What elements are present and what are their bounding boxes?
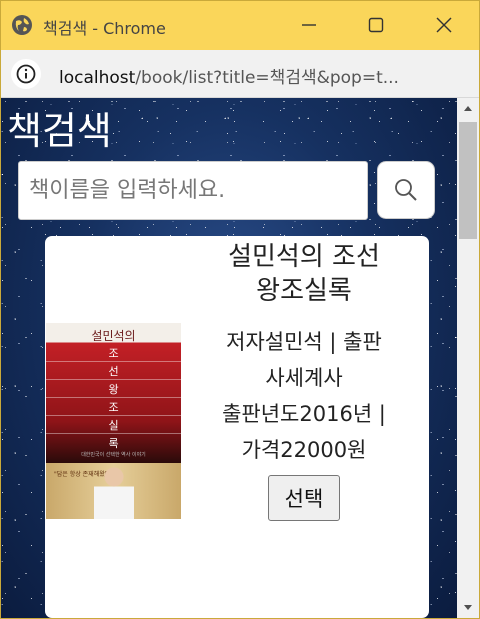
book-title: 설민석의 조선 왕조실록 [199,240,409,308]
cover-author-text: 설민석의 [91,329,136,343]
maximize-button[interactable] [353,7,399,43]
close-button[interactable] [421,7,467,43]
page-title: 책검색 [7,109,112,153]
book-meta-line: 사세계사 [265,366,343,390]
page-viewport: 책검색 설민석의 조 선 왕 조 실 [1,98,457,618]
search-button[interactable] [377,161,435,219]
browser-window: 책검색 - Chrome localhost/book/list?title=책… [0,0,480,619]
minimize-button[interactable] [286,7,332,43]
vertical-scrollbar[interactable] [457,98,479,618]
url-host: localhost [59,68,136,88]
cover-subtitle: 대한민국이 선택한 역사 이야기 [81,452,146,458]
info-icon [16,64,36,84]
window-title: 책검색 - Chrome [43,19,166,38]
url-path: /book/list?title=책검색&pop=t... [135,68,399,88]
title-bar: 책검색 - Chrome [1,1,479,50]
book-meta: 저자설민석 | 출판 사세계사 출판년도2016년 | 가격22000원 [199,324,409,468]
arrow-up-icon [464,106,472,111]
site-info-button[interactable] [11,59,41,89]
cover-char: 선 [108,365,119,378]
book-meta-line: 저자설민석 | 출판 [226,330,382,354]
book-title-line: 설민석의 조선 [228,242,380,272]
select-button[interactable]: 선택 [268,475,340,521]
scroll-down-button[interactable] [457,598,479,618]
scroll-thumb[interactable] [459,122,477,239]
cover-char: 록 [108,437,119,450]
book-meta-line: 가격22000원 [241,438,367,462]
search-icon [395,179,417,201]
scroll-up-button[interactable] [457,98,479,118]
book-meta-line: 출판년도2016년 | [222,402,386,426]
cover-char: 조 [108,401,119,414]
cover-char: 왕 [108,383,119,396]
book-title-line: 왕조실록 [256,276,352,306]
book-card: 설민석의 조 선 왕 조 실 록 대한민국이 선택한 역사 이야기 "답은 항상… [45,236,429,618]
cover-char: 실 [108,419,119,432]
address-bar: localhost/book/list?title=책검색&pop=t... [1,50,479,98]
cover-char: 조 [108,347,119,360]
maximize-icon [368,17,384,33]
arrow-down-icon [464,605,472,610]
close-icon [436,17,452,33]
url-text[interactable]: localhost/book/list?title=책검색&pop=t... [59,63,459,88]
author-photo [94,465,134,519]
minimize-icon [302,24,316,26]
book-cover-image: 설민석의 조 선 왕 조 실 록 대한민국이 선택한 역사 이야기 "답은 항상… [46,323,181,519]
search-input[interactable] [18,161,368,220]
globe-icon [12,15,32,35]
